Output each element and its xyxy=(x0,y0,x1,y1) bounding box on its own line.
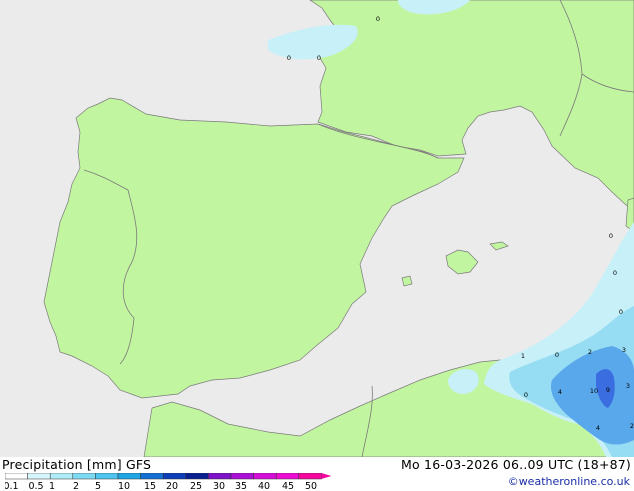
colorbar-swatch xyxy=(275,473,300,480)
colorbar-swatch xyxy=(162,473,187,480)
colorbar-swatch xyxy=(185,473,209,480)
rain-value-label: 0 xyxy=(619,308,623,316)
colorbar-swatch xyxy=(117,473,141,480)
colorbar-swatch xyxy=(95,473,119,480)
rain-value-label: 0 xyxy=(287,54,291,62)
rain-value-label: 3 xyxy=(626,382,630,390)
precipitation-colorbar: 0.1 0.5 1 2 5 10 15 20 25 30 35 40 45 50 xyxy=(5,473,332,491)
rain-value-label: 0 xyxy=(317,54,321,62)
colorbar-swatch xyxy=(208,473,232,480)
rain-value-label: 0 xyxy=(524,391,528,399)
rain-value-label: 0 xyxy=(555,351,559,359)
rain-value-label: 3 xyxy=(622,346,626,354)
rain-value-label: 0 xyxy=(609,232,613,240)
colorbar-swatch xyxy=(27,473,51,480)
rain-value-label: 1 xyxy=(521,352,525,360)
colorbar-swatch xyxy=(253,473,277,480)
rain-value-label: 2 xyxy=(588,348,592,356)
footer: Precipitation [mm] GFS Mo 16-03-2026 06.… xyxy=(0,457,634,491)
colorbar-swatch xyxy=(140,473,164,480)
rain-value-label: 4 xyxy=(558,388,562,396)
ibiza xyxy=(401,275,413,287)
rain-value-label: 10 xyxy=(590,387,598,395)
colorbar-swatch xyxy=(5,473,28,480)
colorbar-arrow xyxy=(321,473,332,479)
colorbar-swatch xyxy=(298,473,322,480)
colorbar-swatch xyxy=(72,473,96,480)
rain-value-label: 4 xyxy=(596,424,600,432)
map-area: 0 0 0 0 0 0 1 0 0 2 3 9 4 10 3 4 2 xyxy=(0,0,634,457)
rain-value-label: 2 xyxy=(630,422,634,430)
credit-link[interactable]: ©weatheronline.co.uk xyxy=(508,475,630,488)
colorbar-swatch xyxy=(230,473,254,480)
rain-value-label: 9 xyxy=(606,386,610,394)
map-title: Precipitation [mm] GFS xyxy=(2,457,152,472)
forecast-datetime: Mo 16-03-2026 06..09 UTC (18+87) xyxy=(401,457,631,472)
colorbar-swatches xyxy=(5,473,332,480)
rain-value-label: 0 xyxy=(376,15,380,23)
rain-value-label: 0 xyxy=(613,269,617,277)
colorbar-swatch xyxy=(49,473,74,480)
